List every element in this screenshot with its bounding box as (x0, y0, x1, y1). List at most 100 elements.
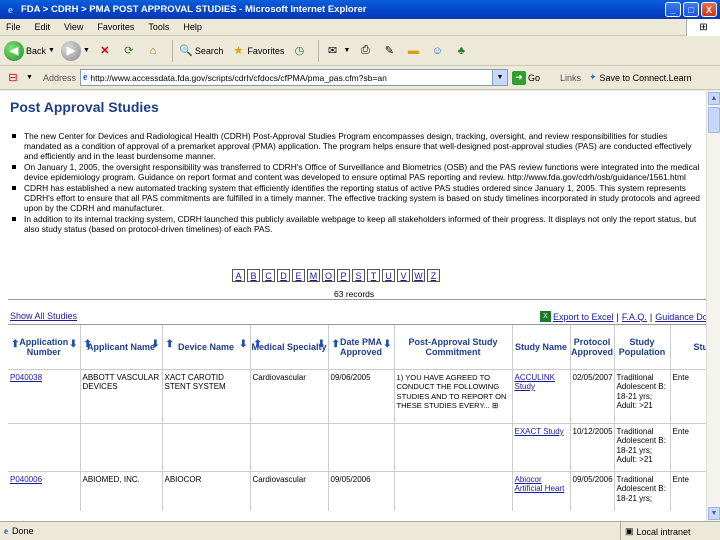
refresh-button[interactable]: ⟳ (120, 42, 138, 60)
table-header-row: ⬆ ⬇ Application Number ⬆ ⬇ Applicant Name ⬆ ⬇… (8, 325, 706, 369)
export-excel-link[interactable]: Export to Excel (553, 312, 614, 322)
links-label[interactable]: Links (560, 73, 581, 83)
search-button[interactable]: 🔍 Search (177, 42, 224, 60)
study-name-link[interactable]: ACCULINK Study (512, 368, 571, 423)
letter-b[interactable]: B (247, 269, 260, 282)
alphabet-filter: A B C D E M O P S T U V W Z (232, 269, 440, 282)
save-to-connect-link[interactable]: Save to Connect.Learn (600, 73, 692, 83)
history-button[interactable]: ◷ (290, 42, 308, 60)
letter-s[interactable]: S (352, 269, 365, 282)
letter-z[interactable]: Z (427, 269, 440, 282)
sort-up-icon[interactable]: ⬆ (11, 340, 19, 350)
window-titlebar: e FDA > CDRH > PMA POST APPROVAL STUDIES… (0, 0, 720, 19)
address-input[interactable]: e http://www.accessdata.fda.gov/scripts/… (79, 69, 508, 86)
menu-view[interactable]: View (64, 22, 83, 32)
letter-d[interactable]: D (277, 269, 290, 282)
mail-dropdown-icon[interactable]: ▼ (343, 47, 350, 54)
header-medical-specialty[interactable]: ⬆ ⬇ Medical Specialty (250, 325, 329, 369)
letter-e[interactable]: E (292, 269, 305, 282)
stop-button[interactable]: ✕ (96, 42, 114, 60)
menu-file[interactable]: File (6, 22, 21, 32)
scroll-down-icon[interactable]: ▼ (708, 507, 720, 520)
forward-button[interactable]: ▶ ▼ (60, 40, 90, 61)
address-url: http://www.accessdata.fda.gov/scripts/cd… (90, 72, 387, 83)
sort-down-icon[interactable]: ⬇ (239, 340, 247, 350)
scroll-up-icon[interactable]: ▲ (708, 92, 720, 105)
menu-help[interactable]: Help (183, 22, 202, 32)
forward-dropdown-icon[interactable]: ▼ (83, 47, 90, 54)
letter-t[interactable]: T (367, 269, 380, 282)
header-application-number[interactable]: ⬆ ⬇ Application Number (8, 325, 81, 369)
home-icon: ⌂ (149, 44, 157, 57)
extra-dropdown-icon[interactable]: ▼ (26, 74, 33, 81)
sort-up-icon[interactable]: ⬆ (254, 340, 262, 350)
letter-w[interactable]: W (412, 269, 425, 282)
header-study-name: Study Name (512, 325, 571, 369)
protocol-approved: 10/12/2005 (570, 422, 615, 471)
sort-up-icon[interactable]: ⬆ (166, 340, 174, 350)
favorites-button[interactable]: ★ Favorites (229, 42, 284, 60)
faq-link[interactable]: F.A.Q. (622, 312, 647, 322)
study-name-link[interactable]: Abiocor Artificial Heart (512, 470, 571, 511)
table-row: EXACT Study 10/12/2005 Traditional Adole… (8, 422, 706, 471)
edit-icon: ✎ (384, 45, 394, 57)
show-all-studies-link[interactable]: Show All Studies (10, 311, 77, 321)
header-study-status: Stu Sta (670, 325, 706, 369)
home-button[interactable]: ⌂ (144, 42, 162, 60)
sort-up-icon[interactable]: ⬆ (84, 340, 92, 350)
status-bar: e Done ▣ Local intranet (0, 521, 720, 540)
page-title: Post Approval Studies (10, 99, 159, 115)
menu-tools[interactable]: Tools (148, 22, 169, 32)
print-button[interactable]: ⎙ (356, 42, 374, 60)
folder-button[interactable]: ▬ (404, 42, 422, 60)
device-name: XACT CAROTID STENT SYSTEM (162, 368, 251, 423)
security-zone: ▣ Local intranet (620, 522, 691, 540)
header-protocol-approved: Protocol Approved (570, 325, 615, 369)
header-device-name[interactable]: ⬆ ⬇ Device Name (162, 325, 251, 369)
search-label: Search (194, 45, 224, 56)
research-button[interactable]: ♣ (452, 42, 470, 60)
sort-down-icon[interactable]: ⬇ (69, 340, 77, 350)
mail-button[interactable]: ✉ ▼ (323, 42, 351, 60)
menu-edit[interactable]: Edit (35, 22, 51, 32)
letter-u[interactable]: U (382, 269, 395, 282)
scroll-thumb[interactable] (708, 107, 720, 133)
letter-c[interactable]: C (262, 269, 275, 282)
go-arrow-icon: ➜ (511, 70, 526, 85)
intranet-icon: ▣ (625, 526, 634, 536)
messenger-button[interactable]: ☺ (428, 42, 446, 60)
maximize-button[interactable]: □ (683, 2, 699, 17)
header-date-approved[interactable]: ⬆ ⬇ Date PMA Approved (328, 325, 395, 369)
status-text: Done (12, 526, 34, 536)
date-approved: 09/05/2006 (328, 470, 395, 511)
menu-favorites[interactable]: Favorites (97, 22, 134, 32)
application-number-link[interactable]: P040038 (8, 368, 81, 423)
toolbar-grip-icon[interactable]: ⊟ (4, 69, 22, 87)
letter-o[interactable]: O (322, 269, 335, 282)
sort-down-icon[interactable]: ⬇ (317, 340, 325, 350)
sort-up-icon[interactable]: ⬆ (332, 340, 340, 350)
expand-icon[interactable]: ⊞ (492, 401, 498, 410)
address-dropdown-icon[interactable]: ▼ (491, 70, 507, 85)
close-button[interactable]: X (701, 2, 717, 17)
sort-down-icon[interactable]: ⬇ (383, 340, 391, 350)
study-name-link[interactable]: EXACT Study (512, 422, 571, 471)
back-button[interactable]: ◀ Back ▼ (4, 40, 55, 61)
go-button[interactable]: ➜ Go (511, 70, 540, 85)
letter-p[interactable]: P (337, 269, 350, 282)
letter-v[interactable]: V (397, 269, 410, 282)
minimize-button[interactable]: _ (665, 2, 681, 17)
header-applicant-name[interactable]: ⬆ ⬇ Applicant Name (80, 325, 163, 369)
edit-button[interactable]: ✎ (380, 42, 398, 60)
letter-a[interactable]: A (232, 269, 245, 282)
back-dropdown-icon[interactable]: ▼ (48, 47, 55, 54)
study-population: Traditional Adolescent B: 18-21 yrs; Adu… (614, 368, 671, 423)
menu-bar: File Edit View Favorites Tools Help (0, 19, 720, 36)
sort-down-icon[interactable]: ⬇ (151, 340, 159, 350)
medical-specialty: Cardiovascular (250, 368, 329, 423)
back-arrow-icon: ◀ (4, 40, 24, 61)
guidance-link[interactable]: Guidance Docu (655, 312, 706, 322)
letter-m[interactable]: M (307, 269, 320, 282)
vertical-scrollbar[interactable]: ▲ ▼ (706, 91, 720, 521)
application-number-link[interactable]: P040006 (8, 470, 81, 511)
